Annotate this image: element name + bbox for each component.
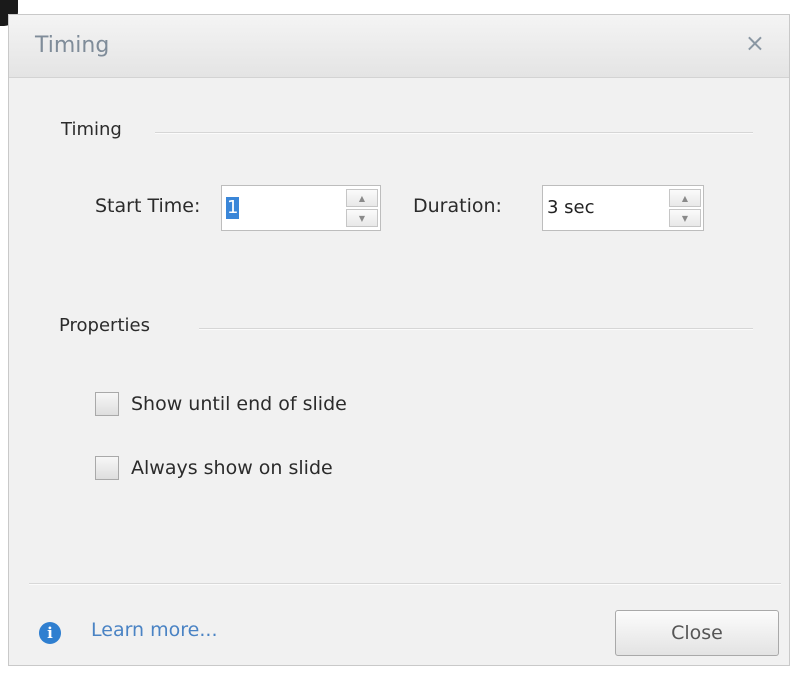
info-icon: i (39, 622, 61, 644)
duration-label: Duration: (413, 195, 502, 217)
properties-section-divider (199, 328, 753, 329)
timing-dialog: Timing × Timing Start Time: 1 ▲ ▼ Durati… (8, 14, 790, 666)
show-until-end-label[interactable]: Show until end of slide (131, 393, 347, 415)
spin-up-icon[interactable]: ▲ (669, 189, 701, 207)
timing-section-divider (155, 132, 753, 133)
spin-down-icon[interactable]: ▼ (669, 209, 701, 227)
show-until-end-option[interactable]: Show until end of slide (95, 389, 347, 419)
close-button[interactable]: Close (615, 610, 779, 656)
close-icon[interactable]: × (745, 29, 765, 57)
always-show-checkbox[interactable] (95, 456, 119, 480)
footer-divider (29, 583, 781, 584)
duration-spin-buttons: ▲ ▼ (669, 188, 701, 228)
always-show-option[interactable]: Always show on slide (95, 453, 333, 483)
start-time-label: Start Time: (95, 195, 201, 217)
dialog-titlebar: Timing × (9, 15, 789, 78)
properties-section-label: Properties (59, 315, 150, 336)
start-time-stepper[interactable]: 1 ▲ ▼ (221, 185, 381, 231)
duration-stepper[interactable]: 3 sec ▲ ▼ (542, 185, 704, 231)
learn-more-link[interactable]: Learn more... (91, 619, 217, 641)
spin-up-icon[interactable]: ▲ (346, 189, 378, 207)
timing-section-label: Timing (61, 119, 122, 140)
dialog-title: Timing (35, 33, 110, 58)
spin-down-icon[interactable]: ▼ (346, 209, 378, 227)
always-show-label[interactable]: Always show on slide (131, 457, 333, 479)
start-time-value[interactable]: 1 (226, 197, 240, 219)
duration-value[interactable]: 3 sec (547, 197, 595, 219)
start-time-spin-buttons: ▲ ▼ (346, 188, 378, 228)
show-until-end-checkbox[interactable] (95, 392, 119, 416)
